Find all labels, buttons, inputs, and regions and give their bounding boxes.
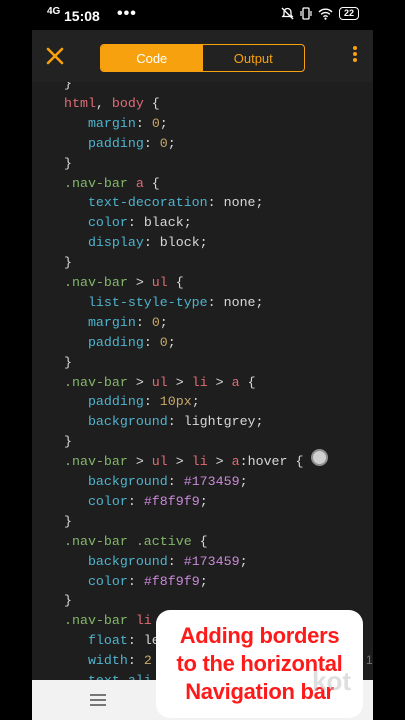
network-indicator: 4G (47, 6, 61, 17)
code-line: .nav-bar > ul > li > a:hover { (64, 454, 304, 470)
code-line: } (64, 434, 72, 450)
code-line: padding: 0; (87, 334, 176, 350)
code-line: margin: 0; (87, 314, 168, 330)
code-line: .nav-bar a { (64, 175, 160, 191)
code-line: margin: 0; (87, 115, 168, 131)
battery-icon: 22 (338, 7, 359, 20)
tab-code[interactable]: Code (101, 45, 203, 71)
system-icons: 22 (281, 7, 359, 20)
wifi-icon (318, 8, 333, 20)
code-line: text-ali (64, 671, 152, 680)
code-area[interactable]: } html, body { margin: 0; padding: 0;} .na… (32, 82, 373, 680)
editor-toolbar: Code Output (32, 30, 373, 82)
code-line: .nav-bar .active { (64, 533, 208, 549)
code-line: } (64, 513, 72, 529)
watermark: kot (312, 666, 351, 696)
vibrate-icon (300, 7, 312, 20)
view-tabs: Code Output (100, 44, 305, 72)
more-menu-icon[interactable] (350, 46, 360, 66)
recent-apps-icon[interactable] (90, 694, 106, 706)
code-line: } (64, 255, 72, 271)
code-line: padding: 0; (87, 135, 176, 151)
code-line: display: block; (87, 235, 208, 251)
caption-line: Adding borders (179, 623, 340, 648)
code-line: } (64, 82, 72, 91)
code-line: padding: 10px; (87, 394, 200, 410)
code-line: text-decoration: none; (87, 195, 264, 211)
code-line: } (64, 155, 72, 171)
code-line: color: black; (87, 215, 192, 231)
video-caption: Adding borders to the horizontal Navigat… (156, 610, 363, 718)
code-line: background: #173459; (87, 553, 248, 569)
status-time: 15:08 (64, 8, 100, 24)
tab-output[interactable]: Output (203, 45, 305, 71)
status-bar: 4G 15:08 ••• 22 (0, 0, 405, 30)
code-line: } (64, 593, 72, 609)
code-line: .nav-bar > ul { (64, 275, 184, 290)
code-line: width: 2 (87, 653, 152, 669)
code-line: background: #173459; (87, 474, 248, 489)
code-line: list-style-type: none; (87, 294, 264, 310)
code-line: .nav-bar > ul > li > a { (64, 374, 256, 390)
close-icon[interactable] (44, 45, 66, 67)
code-line: html, body { (64, 95, 160, 111)
touch-pointer (311, 449, 328, 466)
side-mark: 1 (366, 653, 373, 667)
mute-icon (281, 7, 294, 20)
code-line: background: lightgrey; (87, 414, 264, 430)
code-line: color: #f8f9f9; (87, 573, 208, 589)
code-line: color: #f8f9f9; (87, 493, 208, 509)
code-line: } (64, 354, 72, 370)
code-line: .nav-bar li (64, 613, 152, 629)
code-line: float: le (87, 633, 160, 649)
notification-dots: ••• (117, 5, 137, 22)
